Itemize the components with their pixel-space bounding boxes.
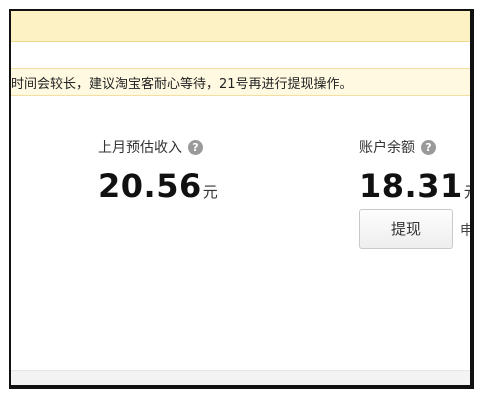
withdraw-button[interactable]: 提现 [359, 209, 453, 249]
last-month-label: 上月预估收入 [98, 140, 182, 156]
notice-text: 时间会较长，建议淘宝客耐心等待，21号再进行提现操作。 [11, 77, 353, 92]
question-circle-icon[interactable]: ? [188, 139, 203, 155]
last-month-estimated-income: 上月预估收入 ? 20.56元 [98, 137, 218, 205]
last-month-unit: 元 [202, 183, 218, 201]
account-balance: 账户余额 ? 18.31元 [359, 137, 470, 205]
screenshot-frame: 时间会较长，建议淘宝客耐心等待，21号再进行提现操作。 上月预估收入 ? 20.… [9, 9, 474, 389]
last-month-amount: 20.56 [98, 167, 202, 205]
notice-banner: 时间会较长，建议淘宝客耐心等待，21号再进行提现操作。 [11, 68, 470, 96]
account-balance-label: 账户余额 [359, 140, 415, 156]
account-balance-amount: 18.31 [359, 167, 463, 205]
question-circle-icon[interactable]: ? [421, 139, 436, 155]
apply-text: 申 [460, 223, 474, 239]
account-balance-unit: 元 [464, 183, 470, 201]
top-banner [11, 11, 470, 42]
last-month-value: 20.56元 [98, 167, 218, 205]
account-balance-value: 18.31元 [359, 167, 470, 205]
bottom-bar [11, 370, 470, 385]
